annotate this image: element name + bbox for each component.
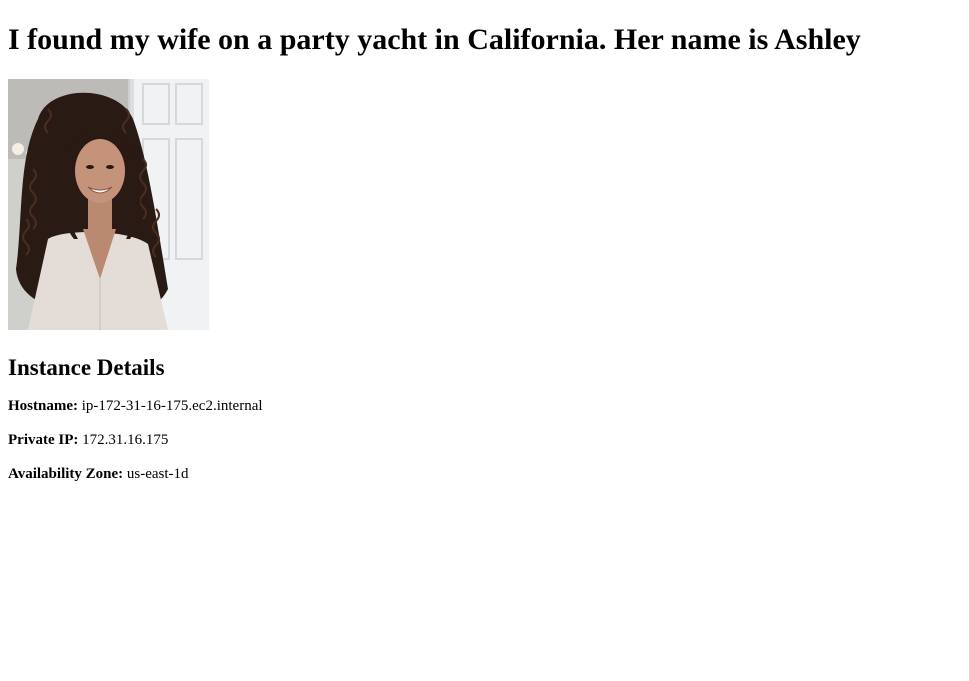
hostname-label: Hostname: bbox=[8, 398, 78, 414]
availability-zone-row: Availability Zone: us-east-1d bbox=[8, 465, 961, 483]
page: I found my wife on a party yacht in Cali… bbox=[0, 22, 969, 483]
instance-details-heading: Instance Details bbox=[8, 355, 165, 380]
private-ip-row: Private IP: 172.31.16.175 bbox=[8, 431, 961, 449]
portrait-photo bbox=[8, 79, 209, 330]
private-ip-label: Private IP: bbox=[8, 432, 79, 448]
availability-zone-label: Availability Zone: bbox=[8, 466, 124, 482]
page-title: I found my wife on a party yacht in Cali… bbox=[8, 23, 861, 56]
hostname-value: ip-172-31-16-175.ec2.internal bbox=[81, 398, 263, 414]
private-ip-value: 172.31.16.175 bbox=[82, 432, 169, 448]
availability-zone-value: us-east-1d bbox=[126, 466, 189, 482]
hostname-row: Hostname: ip-172-31-16-175.ec2.internal bbox=[8, 397, 961, 415]
